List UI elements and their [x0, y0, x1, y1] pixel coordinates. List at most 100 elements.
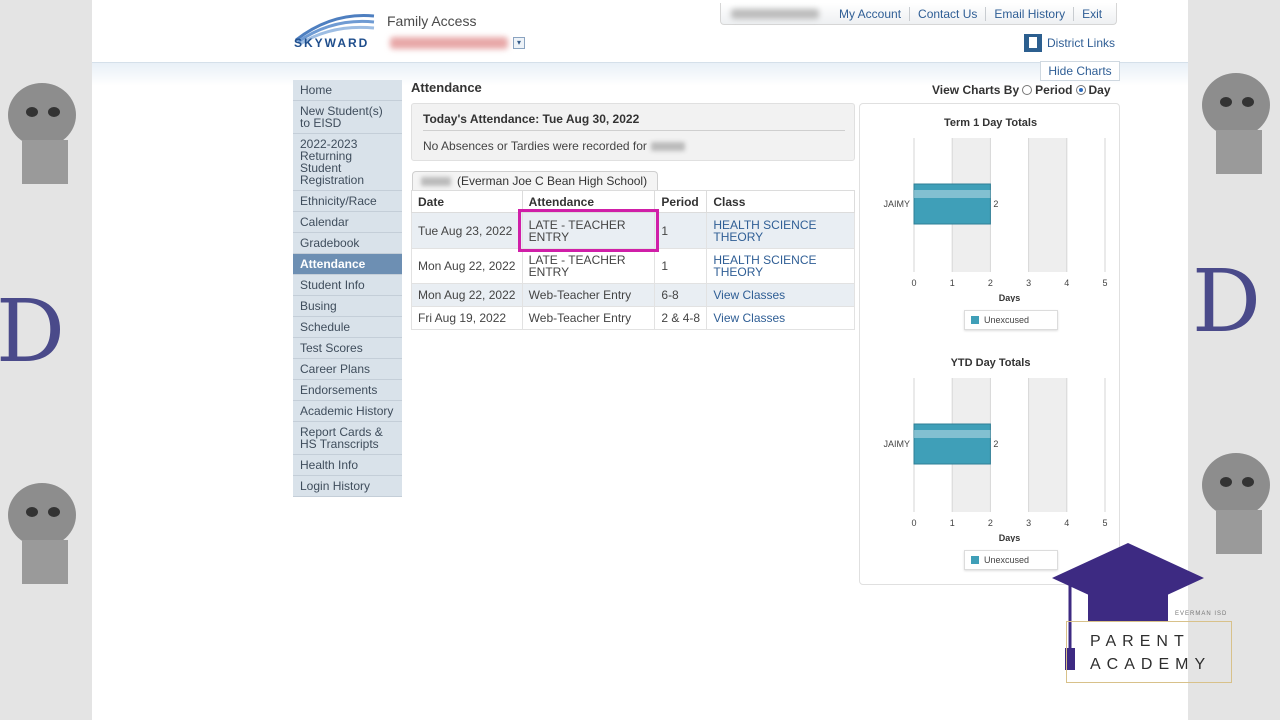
todays-attendance-message: No Absences or Tardies were recorded for	[423, 139, 685, 153]
date-cell: Mon Aug 22, 2022	[411, 248, 523, 284]
attendance-cell: LATE - TEACHER ENTRY	[521, 212, 656, 249]
chart-legend: Unexcused	[964, 310, 1058, 330]
todays-attendance-text: No Absences or Tardies were recorded for	[423, 139, 647, 153]
tick-label: 3	[1026, 518, 1031, 528]
sidebar-item-calendar[interactable]: Calendar	[293, 212, 402, 233]
exit-link[interactable]: Exit	[1073, 6, 1110, 21]
tick-label: 4	[1064, 518, 1069, 528]
table-row: Mon Aug 22, 2022 LATE - TEACHER ENTRY 1 …	[411, 248, 855, 284]
table-row: Fri Aug 19, 2022 Web-Teacher Entry 2 & 4…	[411, 306, 855, 330]
day-radio[interactable]	[1075, 85, 1086, 95]
contact-us-link[interactable]: Contact Us	[909, 6, 985, 21]
view-charts-by-label: View Charts By	[932, 83, 1020, 97]
column-header-date[interactable]: Date	[411, 190, 523, 213]
chart-title: Term 1 Day Totals	[943, 117, 1038, 129]
bar-highlight	[914, 190, 991, 198]
divider	[423, 130, 845, 131]
sidebar-item-test-scores[interactable]: Test Scores	[293, 338, 402, 359]
email-history-link[interactable]: Email History	[985, 6, 1073, 21]
todays-attendance-heading: Today's Attendance: Tue Aug 30, 2022	[423, 112, 640, 126]
todays-attendance-box: Today's Attendance: Tue Aug 30, 2022 No …	[411, 103, 855, 161]
sidebar-item-attendance[interactable]: Attendance	[293, 254, 402, 275]
tick-label: 2	[988, 278, 993, 288]
sidebar-item-schedule[interactable]: Schedule	[293, 317, 402, 338]
user-name	[731, 8, 819, 19]
district-links[interactable]: District Links	[1024, 34, 1115, 52]
legend-swatch	[971, 316, 979, 324]
class-link[interactable]: HEALTH SCIENCE THEORY	[706, 212, 855, 249]
data-label: 2	[993, 199, 998, 209]
school-tab[interactable]: (Everman Joe C Bean High School)	[412, 171, 658, 190]
tick-label: 1	[950, 278, 955, 288]
tick-label: 4	[1064, 278, 1069, 288]
sidebar-item-career-plans[interactable]: Career Plans	[293, 359, 402, 380]
school-tab-label: (Everman Joe C Bean High School)	[457, 174, 648, 188]
district-links-label: District Links	[1047, 36, 1116, 50]
column-header-class[interactable]: Class	[706, 190, 855, 213]
tick-label: 3	[1026, 278, 1031, 288]
tick-label: 0	[911, 278, 916, 288]
table-header-row: Date Attendance Period Class	[411, 190, 855, 213]
view-classes-link[interactable]: View Classes	[706, 306, 855, 330]
sidebar-item-login-history[interactable]: Login History	[293, 476, 402, 497]
app-title: Family Access	[387, 13, 477, 29]
bulldog-mascot-icon	[8, 483, 76, 584]
tick-label: 5	[1102, 518, 1107, 528]
ytd-day-totals-chart: 0 1 2 3 4 5 Days JAIMY 2	[883, 378, 1108, 542]
chart-band	[1028, 378, 1067, 512]
sidebar-item-health-info[interactable]: Health Info	[293, 455, 402, 476]
bulldog-mascot-icon	[1202, 73, 1270, 174]
view-classes-link[interactable]: View Classes	[706, 283, 855, 307]
left-background: D	[0, 0, 92, 720]
attendance-cell: Web-Teacher Entry	[521, 283, 656, 307]
date-cell: Fri Aug 19, 2022	[411, 306, 523, 330]
x-axis-label: Days	[999, 533, 1021, 542]
x-axis-label: Days	[999, 293, 1021, 302]
sidebar-item-returning-registration[interactable]: 2022-2023 Returning Student Registration	[293, 134, 402, 191]
sidebar-item-endorsements[interactable]: Endorsements	[293, 380, 402, 401]
class-link[interactable]: HEALTH SCIENCE THEORY	[706, 248, 855, 284]
charts-panel: Term 1 Day Totals 0 1 2 3 4 5 Days JAIMY 2 Unexc…	[859, 103, 1120, 585]
student-selector[interactable]	[390, 37, 508, 49]
sidebar-item-report-cards[interactable]: Report Cards & HS Transcripts	[293, 422, 402, 455]
top-links-bar: My Account Contact Us Email History Exit	[720, 3, 1117, 25]
bulldog-mascot-icon	[1202, 453, 1270, 554]
column-header-attendance[interactable]: Attendance	[521, 190, 656, 213]
sidebar-item-busing[interactable]: Busing	[293, 296, 402, 317]
sidebar-item-ethnicity[interactable]: Ethnicity/Race	[293, 191, 402, 212]
table-row: Mon Aug 22, 2022 Web-Teacher Entry 6-8 V…	[411, 283, 855, 307]
tick-label: 0	[911, 518, 916, 528]
period-radio[interactable]	[1022, 85, 1033, 95]
period-cell: 6-8	[654, 283, 708, 307]
student-name-redacted	[421, 176, 451, 186]
sidebar-item-new-students[interactable]: New Student(s) to EISD	[293, 101, 402, 134]
student-name-redacted	[650, 141, 685, 151]
tick-label: 5	[1102, 278, 1107, 288]
chart-title: YTD Day Totals	[950, 357, 1031, 369]
chart-legend: Unexcused	[964, 550, 1058, 570]
legend-label: Unexcused	[984, 315, 1030, 325]
date-cell: Tue Aug 23, 2022	[411, 212, 523, 249]
hide-charts-button[interactable]: Hide Charts	[1040, 61, 1120, 81]
view-charts-by: View Charts By Period Day	[932, 83, 1111, 97]
sidebar-item-student-info[interactable]: Student Info	[293, 275, 402, 296]
page-title: Attendance	[411, 80, 482, 95]
chevron-down-icon[interactable]: ▾	[513, 37, 525, 49]
data-label: 2	[993, 439, 998, 449]
sidebar-item-academic-history[interactable]: Academic History	[293, 401, 402, 422]
day-radio-label: Day	[1088, 83, 1111, 97]
table-row: Tue Aug 23, 2022 LATE - TEACHER ENTRY 1 …	[411, 212, 855, 249]
sidebar-item-gradebook[interactable]: Gradebook	[293, 233, 402, 254]
date-cell: Mon Aug 22, 2022	[411, 283, 523, 307]
column-header-period[interactable]: Period	[654, 190, 708, 213]
legend-swatch	[971, 556, 979, 564]
my-account-link[interactable]: My Account	[831, 7, 909, 21]
sidebar-item-home[interactable]: Home	[293, 80, 402, 101]
sidebar-nav: Home New Student(s) to EISD 2022-2023 Re…	[293, 80, 402, 497]
category-label: JAIMY	[883, 439, 910, 449]
district-letter: D	[1192, 252, 1261, 352]
building-icon	[1024, 34, 1042, 52]
bar-highlight	[914, 430, 991, 438]
parent-academy-line1: PARENT	[1090, 633, 1190, 650]
parent-academy-line2: ACADEMY	[1090, 656, 1212, 673]
